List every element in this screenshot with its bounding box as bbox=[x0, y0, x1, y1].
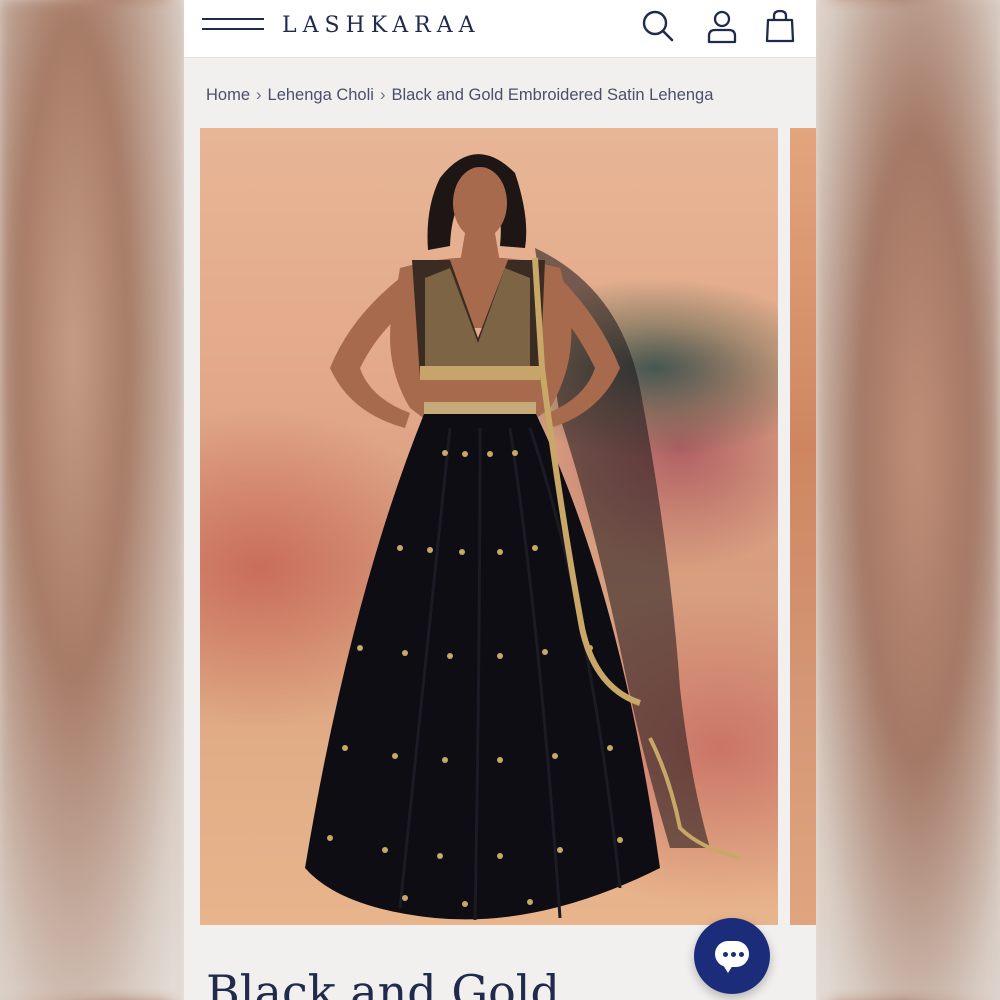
breadcrumb-lehenga-choli[interactable]: Lehenga Choli bbox=[268, 86, 374, 104]
chat-button[interactable] bbox=[694, 918, 770, 994]
chat-dots bbox=[723, 952, 744, 957]
background-blur-right bbox=[816, 0, 1000, 1000]
breadcrumb-home[interactable]: Home bbox=[206, 86, 250, 104]
breadcrumb-current: Black and Gold Embroidered Satin Lehenga bbox=[391, 86, 714, 104]
account-icon[interactable] bbox=[704, 8, 740, 44]
breadcrumb-separator: › bbox=[256, 86, 262, 104]
brand-logo[interactable]: LASHKARAA bbox=[282, 10, 481, 42]
search-icon[interactable] bbox=[640, 8, 676, 44]
site-header: LASHKARAA bbox=[184, 0, 816, 58]
next-image-preview[interactable] bbox=[790, 128, 816, 925]
mobile-page: LASHKARAA Home › Lehenga Choli › Black and G… bbox=[184, 0, 816, 1000]
model-illustration bbox=[305, 154, 741, 921]
product-title: Black and Gold bbox=[206, 965, 560, 1000]
background-blur-left bbox=[0, 0, 184, 1000]
breadcrumb-separator: › bbox=[379, 86, 386, 104]
breadcrumb: Home › Lehenga Choli › Black and Gold Embroi… bbox=[206, 82, 713, 108]
shopping-bag-icon[interactable] bbox=[762, 8, 798, 44]
product-image[interactable] bbox=[200, 128, 778, 925]
menu-icon[interactable] bbox=[202, 16, 264, 36]
